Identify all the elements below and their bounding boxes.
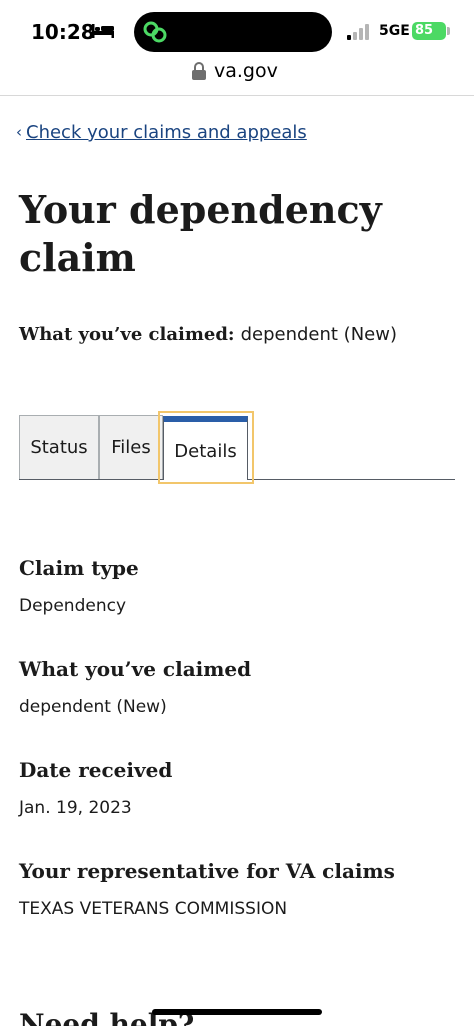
battery-icon: 85 — [412, 22, 446, 40]
tab-status-label: Status — [30, 437, 88, 458]
date-received-label: Date received — [19, 758, 173, 782]
page: 10:28 5GE 85 va.gov ‹ Check your claims … — [0, 0, 474, 1026]
claim-type-label: Claim type — [19, 556, 139, 580]
claim-type-value: Dependency — [19, 596, 127, 616]
url-bar[interactable]: va.gov — [0, 58, 474, 96]
status-time: 10:28 — [31, 20, 95, 44]
battery-cap — [447, 27, 450, 35]
claimed-label: What you’ve claimed — [19, 657, 252, 681]
tab-details[interactable]: Details — [163, 416, 248, 480]
breadcrumb: ‹ Check your claims and appeals — [16, 122, 307, 143]
network-type: 5GE — [379, 23, 410, 39]
chevron-left-icon: ‹ — [16, 123, 22, 141]
battery-level: 85 — [415, 23, 434, 38]
tab-details-label: Details — [174, 440, 237, 462]
status-bar: 10:28 5GE 85 — [0, 0, 474, 58]
tab-files-label: Files — [111, 437, 151, 458]
claimed-value: dependent (New) — [19, 697, 167, 717]
tab-files[interactable]: Files — [99, 415, 163, 479]
breadcrumb-link[interactable]: Check your claims and appeals — [26, 122, 307, 143]
tab-status[interactable]: Status — [19, 415, 99, 479]
representative-label: Your representative for VA claims — [19, 859, 395, 883]
summary-value: dependent (New) — [240, 324, 397, 345]
date-received-value: Jan. 19, 2023 — [19, 798, 132, 818]
claim-summary: What you’ve claimed: dependent (New) — [19, 324, 397, 345]
lock-icon — [192, 62, 206, 80]
signal-icon — [347, 24, 369, 40]
page-title: Your dependency claim — [19, 187, 382, 280]
summary-label: What you’ve claimed: — [19, 324, 235, 345]
link-icon — [143, 21, 167, 43]
bed-icon — [92, 24, 114, 38]
representative-value: TEXAS VETERANS COMMISSION — [19, 899, 288, 919]
home-indicator[interactable] — [152, 1009, 322, 1015]
url-domain: va.gov — [214, 60, 278, 82]
